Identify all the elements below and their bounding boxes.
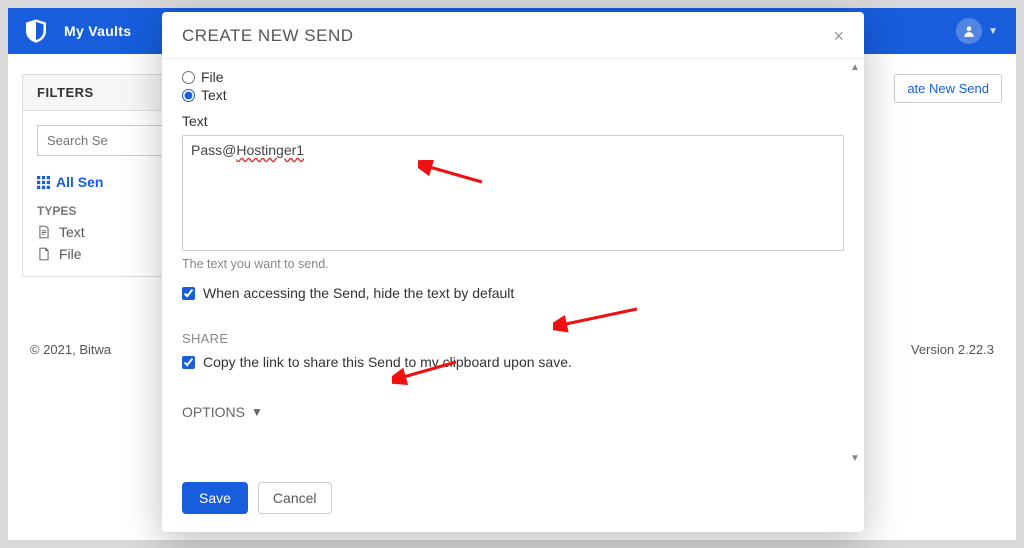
radio-file-label: File	[201, 69, 224, 85]
options-toggle[interactable]: OPTIONS ▼	[182, 404, 844, 420]
modal-body: File Text Text Pass@Hostinger1 The text …	[162, 59, 864, 468]
save-button[interactable]: Save	[182, 482, 248, 514]
text-value-part1: Pass@	[191, 142, 236, 158]
hide-text-checkbox[interactable]: When accessing the Send, hide the text b…	[182, 285, 844, 301]
options-label: OPTIONS	[182, 404, 245, 420]
user-menu[interactable]	[956, 18, 982, 44]
create-new-send-button[interactable]: ate New Send	[894, 74, 1002, 103]
scroll-down-icon[interactable]: ▼	[848, 452, 862, 466]
share-section-label: SHARE	[182, 331, 844, 346]
scrollbar[interactable]: ▲ ▼	[848, 61, 862, 466]
text-helper: The text you want to send.	[182, 257, 844, 271]
logo-shield-icon	[26, 19, 46, 43]
scroll-up-icon[interactable]: ▲	[848, 61, 862, 75]
copy-link-checkbox[interactable]: Copy the link to share this Send to my c…	[182, 354, 844, 370]
user-icon	[962, 24, 976, 38]
type-text-label: Text	[59, 224, 85, 240]
caret-down-icon: ▼	[988, 26, 998, 37]
text-file-icon	[37, 225, 51, 239]
cancel-button[interactable]: Cancel	[258, 482, 332, 514]
text-field-label: Text	[182, 113, 844, 129]
copy-link-label: Copy the link to share this Send to my c…	[203, 354, 572, 370]
modal-title: CREATE NEW SEND	[182, 26, 354, 46]
footer-version: Version 2.22.3	[911, 342, 994, 357]
file-icon	[37, 247, 51, 261]
all-sends-label: All Sen	[56, 174, 103, 190]
text-input[interactable]: Pass@Hostinger1	[182, 135, 844, 251]
type-file-label: File	[59, 246, 82, 262]
type-file-radio[interactable]: File	[182, 69, 844, 85]
create-send-modal: CREATE NEW SEND × File Text Text Pass@Ho…	[162, 12, 864, 532]
brand-label: My Vaults	[64, 23, 131, 39]
grid-icon	[37, 176, 50, 189]
footer-copyright: © 2021, Bitwa	[30, 342, 111, 357]
text-value-part2: Hostinger1	[236, 142, 304, 158]
chevron-down-icon: ▼	[251, 405, 263, 419]
radio-text-label: Text	[201, 87, 227, 103]
type-text-radio[interactable]: Text	[182, 87, 844, 103]
close-icon[interactable]: ×	[833, 27, 844, 45]
hide-text-label: When accessing the Send, hide the text b…	[203, 285, 514, 301]
